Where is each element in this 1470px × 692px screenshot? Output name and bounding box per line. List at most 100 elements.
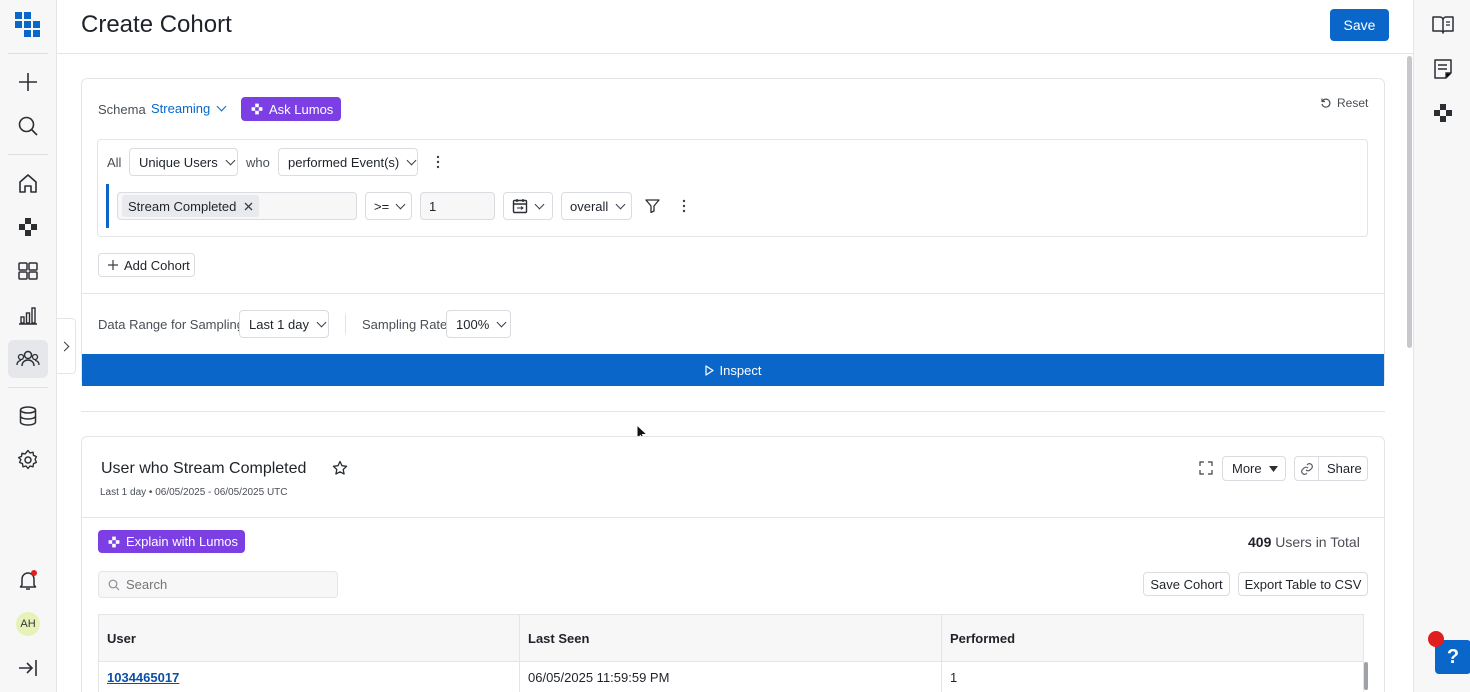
- database-icon[interactable]: [8, 397, 48, 435]
- reset-label: Reset: [1337, 96, 1369, 110]
- performed-select[interactable]: performed Event(s): [278, 148, 418, 176]
- chevron-down-icon: [216, 101, 227, 112]
- add-cohort-label: Add Cohort: [124, 257, 190, 273]
- fullscreen-icon[interactable]: [1199, 461, 1213, 478]
- chevron-down-icon: [395, 199, 406, 209]
- ask-lumos-label: Ask Lumos: [269, 101, 334, 117]
- divider: [82, 293, 1384, 294]
- users-select-value: Unique Users: [139, 154, 218, 170]
- scope-select[interactable]: overall: [561, 192, 632, 220]
- chart-icon[interactable]: [8, 296, 48, 334]
- play-icon: [704, 364, 714, 376]
- filter-icon[interactable]: [645, 199, 660, 216]
- data-range-select[interactable]: Last 1 day: [239, 310, 329, 338]
- search-icon: [108, 579, 120, 590]
- event-more-icon[interactable]: [680, 198, 688, 217]
- table-scrollbar[interactable]: [1364, 662, 1368, 690]
- calendar-icon: [512, 199, 528, 214]
- app-logo-icon[interactable]: [8, 6, 48, 44]
- dashboard-icon[interactable]: [8, 252, 48, 290]
- page-title: Create Cohort: [81, 11, 232, 38]
- user-link[interactable]: 1034465017: [107, 670, 179, 685]
- left-navigation: AH: [0, 0, 57, 692]
- inspect-label: Inspect: [719, 362, 762, 378]
- divider: [345, 314, 346, 334]
- home-icon[interactable]: [8, 164, 48, 202]
- chevron-down-icon: [225, 155, 236, 165]
- lumos-icon: [108, 536, 120, 547]
- chevron-down-icon: [406, 155, 417, 165]
- event-chip-label: Stream Completed: [128, 198, 237, 214]
- bell-icon[interactable]: [8, 561, 48, 599]
- chevron-down-icon: [316, 317, 327, 327]
- schema-select[interactable]: Streaming: [151, 101, 227, 116]
- column-header-user[interactable]: User: [99, 615, 520, 661]
- user-cell: 1034465017: [99, 662, 520, 692]
- scope-value: overall: [570, 198, 609, 214]
- divider: [82, 517, 1384, 518]
- results-title: User who Stream Completed: [101, 460, 307, 477]
- explain-with-lumos-button[interactable]: Explain with Lumos: [98, 530, 245, 553]
- expand-panel-button[interactable]: [57, 318, 76, 374]
- data-range-label: Data Range for Sampling: [98, 317, 244, 332]
- event-select[interactable]: Stream Completed: [117, 192, 357, 220]
- share-button-group: Share: [1294, 456, 1368, 481]
- chevron-right-icon: [59, 341, 70, 351]
- save-button[interactable]: Save: [1330, 9, 1389, 41]
- link-icon[interactable]: [1295, 457, 1319, 480]
- lumos-icon[interactable]: [1433, 103, 1453, 126]
- cohort-icon[interactable]: [8, 340, 48, 378]
- count-value: 1: [429, 198, 437, 214]
- search-field[interactable]: [98, 571, 338, 598]
- results-subtitle: Last 1 day • 06/05/2025 - 06/05/2025 UTC: [100, 487, 288, 498]
- last-seen-cell: 06/05/2025 11:59:59 PM: [520, 662, 942, 692]
- page-scrollbar[interactable]: [1407, 56, 1412, 348]
- reset-button[interactable]: Reset: [1320, 96, 1368, 110]
- export-csv-button[interactable]: Export Table to CSV: [1238, 572, 1368, 596]
- inspect-button[interactable]: Inspect: [82, 354, 1384, 386]
- sampling-rate-select[interactable]: 100%: [446, 310, 511, 338]
- event-chip: Stream Completed: [122, 195, 260, 217]
- total-users: 409 Users in Total: [1248, 534, 1360, 550]
- avatar[interactable]: AH: [16, 612, 40, 636]
- collapse-icon[interactable]: [8, 649, 48, 687]
- save-cohort-button[interactable]: Save Cohort: [1143, 572, 1230, 596]
- schema-label: Schema: [98, 102, 146, 117]
- more-button[interactable]: More: [1222, 456, 1286, 481]
- divider: [81, 411, 1385, 412]
- close-icon[interactable]: [244, 202, 253, 211]
- search-input[interactable]: [126, 577, 316, 592]
- condition-more-icon[interactable]: [434, 154, 442, 173]
- column-header-performed[interactable]: Performed: [942, 615, 1363, 661]
- users-select[interactable]: Unique Users: [129, 148, 238, 176]
- page-header: Create Cohort Save: [57, 0, 1413, 54]
- add-icon[interactable]: [8, 63, 48, 101]
- book-icon[interactable]: [1431, 14, 1455, 39]
- count-input[interactable]: 1: [420, 192, 495, 220]
- right-rail: ?: [1413, 0, 1470, 692]
- search-icon[interactable]: [8, 107, 48, 145]
- add-cohort-button[interactable]: Add Cohort: [98, 253, 195, 277]
- reset-icon: [1321, 98, 1331, 108]
- ask-lumos-button[interactable]: Ask Lumos: [241, 97, 341, 121]
- explain-label: Explain with Lumos: [126, 534, 238, 549]
- settings-icon[interactable]: [8, 441, 48, 479]
- lumos-icon[interactable]: [8, 208, 48, 246]
- schema-value: Streaming: [151, 101, 211, 116]
- total-count: 409: [1248, 534, 1272, 550]
- caret-down-icon: [1268, 465, 1278, 472]
- share-button[interactable]: Share: [1319, 461, 1362, 476]
- all-label: All: [107, 155, 122, 170]
- chevron-down-icon: [615, 199, 626, 209]
- total-suffix: Users in Total: [1271, 534, 1360, 550]
- chevron-down-icon: [496, 317, 507, 327]
- operator-select[interactable]: >=: [365, 192, 412, 220]
- sampling-rate-value: 100%: [456, 316, 490, 332]
- column-header-last-seen[interactable]: Last Seen: [520, 615, 942, 661]
- star-icon[interactable]: [332, 460, 348, 479]
- operator-value: >=: [374, 198, 390, 214]
- condition-indent-bar: [106, 184, 109, 228]
- lumos-icon: [251, 103, 263, 115]
- date-select[interactable]: [503, 192, 553, 220]
- notes-icon[interactable]: [1433, 58, 1453, 83]
